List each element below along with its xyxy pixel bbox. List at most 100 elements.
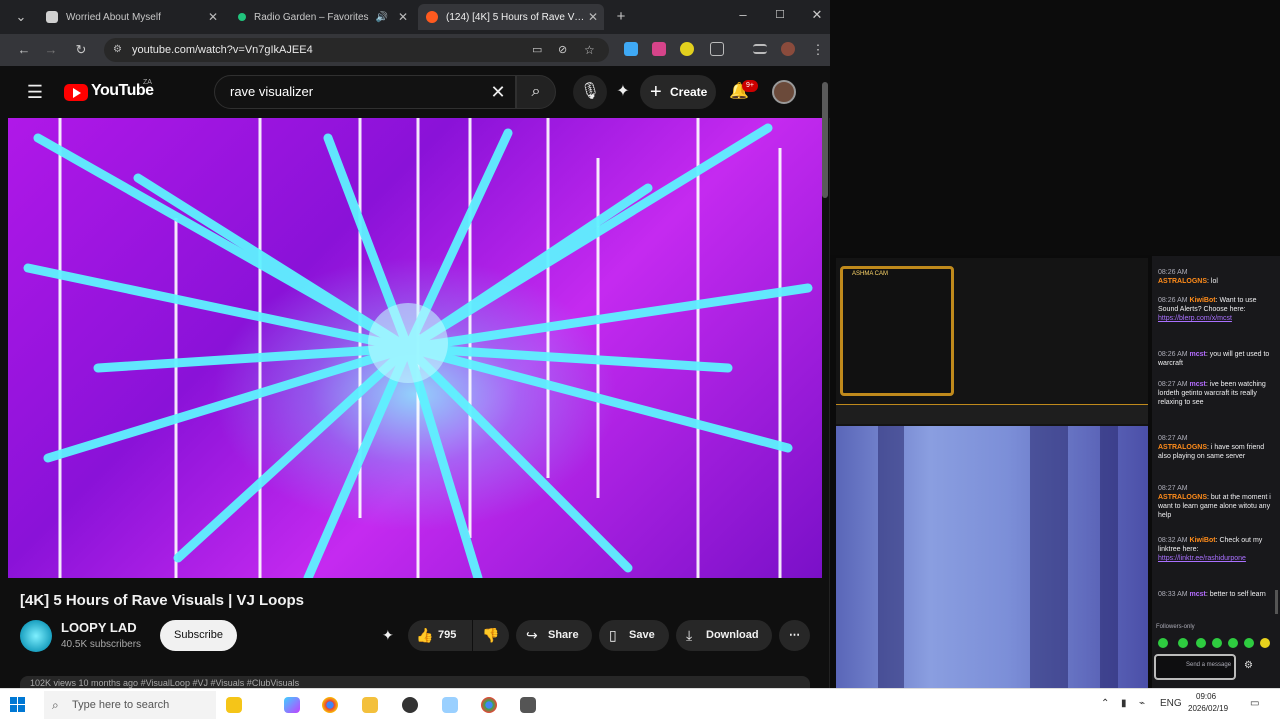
close-tab-icon[interactable]: ✕ [208,10,218,24]
windows-taskbar: ⌕ Type here to search ⌃ ▮ ⌁ ENG 09:06 20… [0,688,1280,720]
description-box[interactable]: 102K views 10 months ago #VisualLoop #VJ… [20,676,810,688]
chat-username[interactable]: KiwiBot [1190,537,1216,544]
tab-radio-garden[interactable]: Radio Garden – Favorites 🔊 ✕ [230,4,414,30]
chat-username[interactable]: ASTRALOGNS [1158,494,1207,501]
clear-search-icon[interactable]: ✕ [481,75,515,109]
share-button[interactable]: ↪ Share [516,620,592,651]
snipping-tool-icon[interactable] [442,697,458,713]
channel-avatar[interactable] [20,620,52,652]
chat-link[interactable]: https://linktr.ee/rashidurpone [1158,555,1246,562]
eye-off-icon[interactable]: ⊘ [558,38,567,62]
subscribe-button[interactable]: Subscribe [160,620,237,651]
voice-search-icon[interactable]: 🎙 [573,75,607,109]
chat-settings-icon[interactable]: ⚙ [1244,660,1253,671]
close-tab-icon[interactable]: ✕ [588,10,598,24]
download-button[interactable]: ⤓ Download [676,620,772,651]
emote-icon[interactable] [1196,638,1206,648]
battery-icon[interactable]: ▮ [1121,698,1127,709]
page-scrollbar[interactable] [822,82,828,198]
tab-search-icon[interactable]: ⌄ [12,8,30,26]
tray-chevron-icon[interactable]: ⌃ [1101,698,1109,709]
close-tab-icon[interactable]: ✕ [398,10,408,24]
emote-icon[interactable] [1158,638,1168,648]
windows-start-icon[interactable] [10,697,26,713]
plus-icon: + [650,81,662,103]
site-info-icon[interactable]: ⚙ [113,38,122,62]
subscriber-count: 40.5K subscribers [61,639,142,650]
tab-worried-about-myself[interactable]: Worried About Myself ✕ [38,4,224,30]
file-explorer-icon[interactable] [362,697,378,713]
search-highlight-icon[interactable] [226,697,242,713]
forward-icon[interactable]: → [42,41,60,59]
new-tab-icon[interactable]: + [612,8,630,26]
extension-icon[interactable] [652,42,666,56]
emote-icon[interactable] [1260,638,1270,648]
chat-username[interactable]: ASTRALOGNS [1158,278,1207,285]
media-control-icon[interactable] [753,44,767,54]
chat-message: 08:27 AM ASTRALOGNS: i have som friend a… [1158,435,1265,460]
emote-icon[interactable] [1212,638,1222,648]
tab-title: Worried About Myself [66,11,161,23]
browser-menu-icon[interactable]: ⋮ [809,41,827,59]
hamburger-menu-icon[interactable]: ☰ [18,75,52,109]
address-bar[interactable]: ⚙ youtube.com/watch?v=Vn7gIkAJEE4 ▭ ⊘ ☆ [104,38,609,62]
channel-name[interactable]: LOOPY LAD [61,620,137,635]
minimize-icon[interactable]: – [734,6,752,24]
chat-username[interactable]: mcst [1190,591,1206,598]
network-icon[interactable]: ⌁ [1139,698,1145,709]
chrome-icon[interactable] [322,697,338,713]
chat-message: 08:27 AM mcst: ive been watching lordeth… [1158,381,1266,406]
pen-app-icon[interactable] [520,697,536,713]
chat-username[interactable]: mcst [1190,381,1206,388]
tree-trunk [878,426,904,688]
extension-icon[interactable] [680,42,694,56]
close-window-icon[interactable]: ✕ [808,6,826,24]
chat-message: 08:26 AM KiwiBot: Want to use Sound Aler… [1158,297,1257,322]
ask-ai-button[interactable]: ✦ [374,620,406,651]
like-button[interactable]: 👍 795 [408,620,472,651]
chat-scrollbar[interactable] [1275,590,1278,614]
copilot-icon[interactable] [284,697,300,713]
account-avatar[interactable] [772,80,796,104]
app-icon[interactable] [402,697,418,713]
browser-toolbar: ← → ↻ ⚙ youtube.com/watch?v=Vn7gIkAJEE4 … [0,34,830,66]
maximize-icon[interactable]: ☐ [771,6,789,24]
video-title: [4K] 5 Hours of Rave Visuals | VJ Loops [20,592,304,609]
emote-icon[interactable] [1244,638,1254,648]
tab-title: Radio Garden – Favorites [254,11,369,23]
ai-assist-icon[interactable]: ✦ [606,75,640,109]
more-actions-button[interactable]: ⋯ [779,620,810,651]
chat-link[interactable]: https://blerp.com/x/mcst [1158,315,1232,322]
taskbar-search-input[interactable]: ⌕ Type here to search [44,691,216,719]
notification-center-icon[interactable]: ▭ [1250,698,1259,709]
extensions-puzzle-icon[interactable] [710,42,724,56]
language-indicator[interactable]: ENG [1160,698,1182,709]
clock-time[interactable]: 09:06 [1196,692,1216,701]
search-input[interactable]: rave visualizer [214,75,516,109]
profile-icon[interactable] [781,42,795,56]
chat-input[interactable]: Send a message [1154,654,1236,680]
bookmark-star-icon[interactable]: ☆ [584,38,595,62]
search-placeholder: Type here to search [72,699,170,711]
tab-favicon [46,11,58,23]
youtube-logo-icon[interactable] [64,84,88,101]
chat-username[interactable]: mcst [1190,351,1206,358]
emote-icon[interactable] [1178,638,1188,648]
reload-icon[interactable]: ↻ [72,41,90,59]
create-button[interactable]: + Create [640,75,716,109]
chat-username[interactable]: ASTRALOGNS [1158,444,1207,451]
video-player[interactable] [8,118,822,578]
cast-icon[interactable]: ▭ [532,38,542,62]
back-icon[interactable]: ← [15,41,33,59]
speaker-icon[interactable]: 🔊 [376,12,388,23]
extension-icon[interactable] [624,42,638,56]
tab-youtube-rave-visuals[interactable]: (124) [4K] 5 Hours of Rave Visu ✕ [418,4,604,30]
chrome-active-icon[interactable] [481,697,497,713]
search-button[interactable]: ⌕ [516,75,556,109]
chat-username[interactable]: KiwiBot [1190,297,1216,304]
save-button[interactable]: ▯ Save [599,620,669,651]
emote-icon[interactable] [1228,638,1238,648]
dislike-button[interactable]: 👎 [473,620,509,651]
clock-date[interactable]: 2026/02/19 [1188,704,1228,713]
save-label: Save [629,629,655,641]
